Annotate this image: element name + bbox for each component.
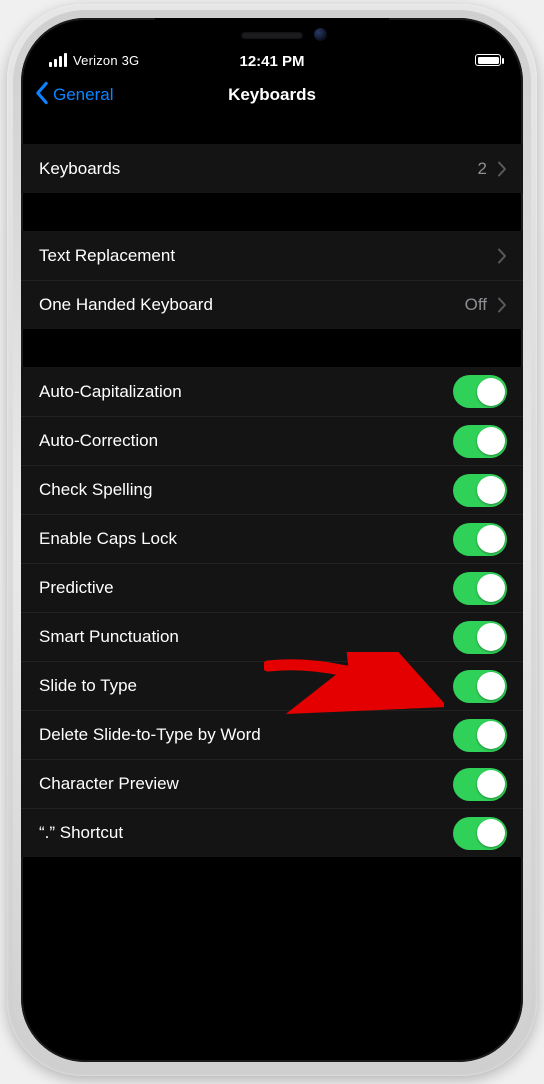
signal-bars-icon [49, 53, 67, 67]
row-toggle: Auto-Correction [21, 416, 523, 465]
switch-knob [477, 721, 505, 749]
row-toggle: Enable Caps Lock [21, 514, 523, 563]
row-text-replacement[interactable]: Text Replacement [21, 231, 523, 280]
toggle-switch[interactable] [453, 670, 507, 703]
clock: 12:41 PM [239, 53, 304, 70]
row-one-handed-keyboard[interactable]: One Handed Keyboard Off [21, 280, 523, 329]
toggle-switch[interactable] [453, 523, 507, 556]
device-frame: Verizon 3G 12:41 PM General Keyboards [7, 4, 537, 1076]
row-label: Slide to Type [39, 676, 453, 696]
toggle-switch[interactable] [453, 474, 507, 507]
row-toggle: Predictive [21, 563, 523, 612]
row-toggle: Smart Punctuation [21, 612, 523, 661]
row-toggle: Character Preview [21, 759, 523, 808]
row-toggle: “.” Shortcut [21, 808, 523, 857]
back-button[interactable]: General [29, 75, 117, 116]
chevron-right-icon [497, 161, 507, 177]
switch-knob [477, 476, 505, 504]
row-label: Keyboards [39, 159, 478, 179]
chevron-left-icon [33, 81, 51, 110]
row-label: Text Replacement [39, 246, 497, 266]
toggle-switch[interactable] [453, 719, 507, 752]
row-value: Off [465, 295, 487, 315]
group-keyboards: Keyboards 2 [21, 144, 523, 193]
row-label: One Handed Keyboard [39, 295, 465, 315]
battery-icon [475, 54, 501, 66]
bezel: Verizon 3G 12:41 PM General Keyboards [21, 18, 523, 1062]
chevron-right-icon [497, 248, 507, 264]
row-label: Predictive [39, 578, 453, 598]
row-label: Auto-Correction [39, 431, 453, 451]
row-label: Delete Slide-to-Type by Word [39, 725, 453, 745]
page-title: Keyboards [228, 85, 316, 105]
carrier-label: Verizon 3G [73, 53, 139, 68]
toggle-switch[interactable] [453, 621, 507, 654]
switch-knob [477, 623, 505, 651]
switch-knob [477, 672, 505, 700]
toggle-switch[interactable] [453, 425, 507, 458]
row-toggle: Check Spelling [21, 465, 523, 514]
chevron-right-icon [497, 297, 507, 313]
nav-bar: General Keyboards [21, 72, 523, 118]
group-typing-options: Auto-Capitalization Auto-Correction Check … [21, 367, 523, 857]
row-value: 2 [478, 159, 487, 179]
row-label: “.” Shortcut [39, 823, 453, 843]
row-toggle: Auto-Capitalization [21, 367, 523, 416]
row-label: Auto-Capitalization [39, 382, 453, 402]
back-label: General [53, 85, 113, 105]
switch-knob [477, 427, 505, 455]
row-keyboards[interactable]: Keyboards 2 [21, 144, 523, 193]
settings-content[interactable]: Keyboards 2 Text Replacement [21, 118, 523, 1062]
switch-knob [477, 525, 505, 553]
status-bar: Verizon 3G 12:41 PM [21, 18, 523, 72]
switch-knob [477, 770, 505, 798]
group-text-options: Text Replacement One Handed Keyboard Off [21, 231, 523, 329]
row-toggle: Slide to Type [21, 661, 523, 710]
screen: Verizon 3G 12:41 PM General Keyboards [21, 18, 523, 1062]
row-label: Smart Punctuation [39, 627, 453, 647]
switch-knob [477, 378, 505, 406]
switch-knob [477, 819, 505, 847]
toggle-switch[interactable] [453, 768, 507, 801]
toggle-switch[interactable] [453, 572, 507, 605]
switch-knob [477, 574, 505, 602]
toggle-switch[interactable] [453, 817, 507, 850]
row-label: Enable Caps Lock [39, 529, 453, 549]
row-label: Check Spelling [39, 480, 453, 500]
toggle-switch[interactable] [453, 375, 507, 408]
row-toggle: Delete Slide-to-Type by Word [21, 710, 523, 759]
row-label: Character Preview [39, 774, 453, 794]
